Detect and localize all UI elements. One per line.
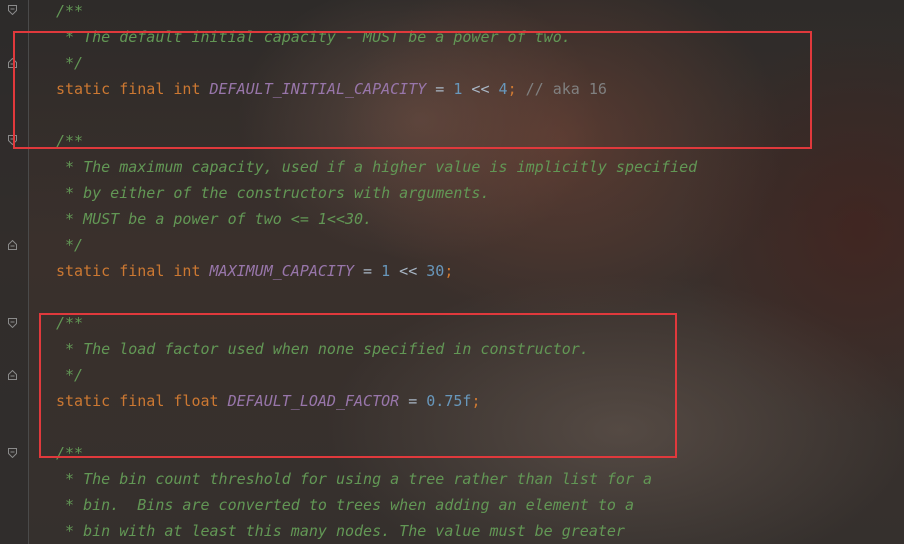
code-token: */ (56, 236, 84, 254)
code-line[interactable]: * The maximum capacity, used if a higher… (56, 154, 697, 180)
code-line[interactable]: */ (56, 232, 83, 258)
code-token: << (390, 262, 427, 280)
code-line[interactable]: * bin with at least this many nodes. The… (56, 518, 625, 544)
code-token: 30 (426, 262, 445, 280)
code-line[interactable]: static final int MAXIMUM_CAPACITY = 1 <<… (56, 258, 453, 284)
code-token: MAXIMUM_CAPACITY (209, 262, 355, 280)
fold-open-icon[interactable] (8, 318, 17, 328)
code-line[interactable]: * bin. Bins are converted to trees when … (56, 492, 634, 518)
code-token: * by either of the constructors with arg… (56, 184, 490, 202)
fold-close-icon[interactable] (8, 370, 17, 380)
code-token: /** (56, 2, 84, 20)
fold-open-icon[interactable] (8, 448, 17, 458)
code-line[interactable]: * The bin count threshold for using a tr… (56, 466, 652, 492)
code-token: = (354, 262, 382, 280)
code-token: * MUST be a power of two <= 1<<30. (56, 210, 373, 228)
code-token: static final int (56, 262, 210, 280)
code-token: 1 (381, 262, 391, 280)
code-token: ; (444, 262, 454, 280)
highlight-box-default-capacity (13, 31, 812, 149)
code-line[interactable]: /** (56, 0, 83, 24)
highlight-box-load-factor (39, 313, 677, 458)
code-token: * The bin count threshold for using a tr… (56, 470, 653, 488)
code-token: * The maximum capacity, used if a higher… (56, 158, 698, 176)
code-line[interactable]: * by either of the constructors with arg… (56, 180, 489, 206)
fold-close-icon[interactable] (8, 240, 17, 250)
code-line[interactable]: * MUST be a power of two <= 1<<30. (56, 206, 372, 232)
code-token: * bin with at least this many nodes. The… (56, 522, 625, 540)
code-token: * bin. Bins are converted to trees when … (56, 496, 634, 514)
fold-open-icon[interactable] (8, 5, 17, 15)
